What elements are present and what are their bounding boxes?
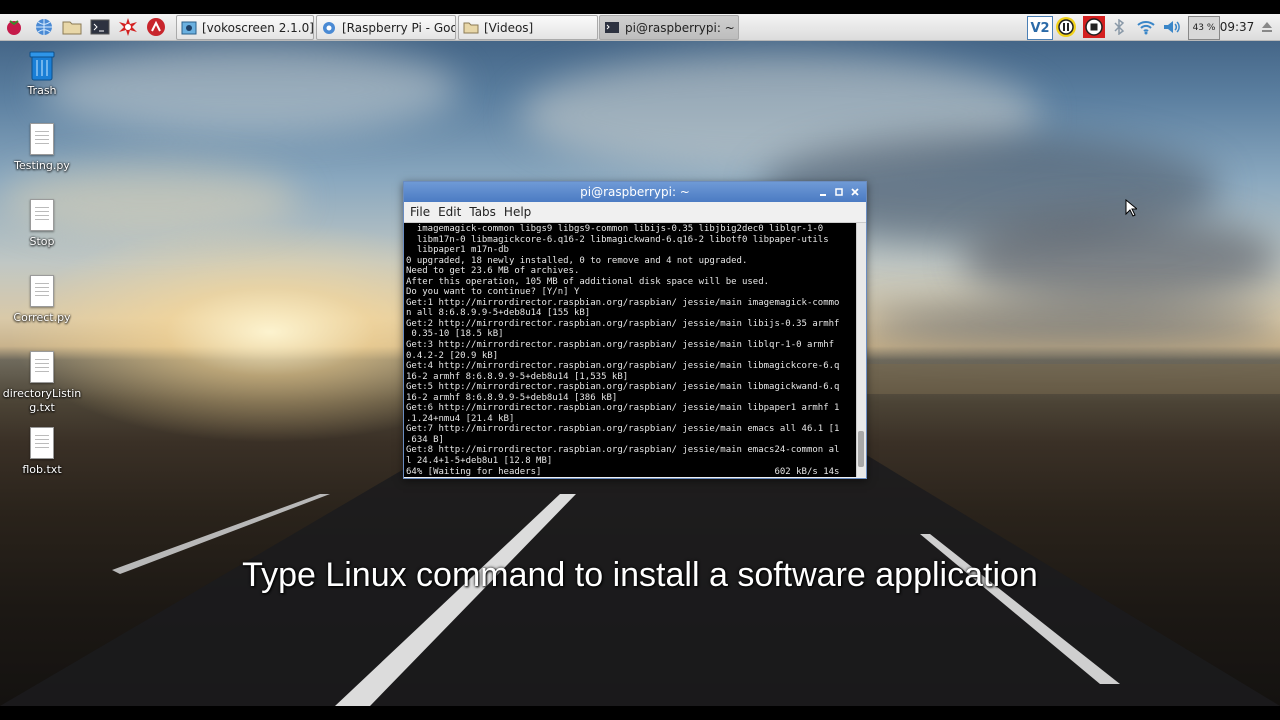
terminal-menubar: File Edit Tabs Help [404, 202, 866, 223]
task-terminal[interactable]: pi@raspberrypi: ~ [599, 15, 739, 40]
task-label: [Videos] [484, 20, 534, 35]
video-caption: Type Linux command to install a software… [242, 556, 1038, 594]
terminal-output[interactable]: imagemagick-common libgs9 libgs9-common … [404, 223, 856, 477]
terminal-scrollbar[interactable] [856, 223, 866, 477]
terminal-line: Do you want to continue? [Y/n] Y [406, 287, 580, 298]
terminal-line: n all 8:6.8.9.9-5+deb8u14 [155 kB] [406, 308, 591, 319]
clock-label: 09:37 [1219, 20, 1255, 34]
file-manager-icon[interactable] [61, 16, 83, 38]
terminal-icon [603, 20, 621, 36]
desktop-icon-testing-py[interactable]: Testing.py [2, 123, 82, 173]
terminal-line: Get:7 http://mirrordirector.raspbian.org… [406, 424, 840, 435]
terminal-line: 16-2 armhf 8:6.8.9.9-5+deb8u14 [1,535 kB… [406, 371, 629, 382]
task-vokoscreen[interactable]: [vokoscreen 2.1.0] [176, 15, 314, 40]
task-label: pi@raspberrypi: ~ [625, 20, 735, 35]
web-browser-icon[interactable] [33, 16, 55, 38]
terminal-line: Need to get 23.6 MB of archives. [406, 266, 580, 277]
taskbar: [vokoscreen 2.1.0] [Raspberry Pi - Googl… [0, 14, 1280, 41]
terminal-line: 64% [Waiting for headers] 602 kB/s 14s [406, 466, 840, 477]
vnc-icon[interactable]: V2 [1027, 16, 1053, 40]
folder-icon [462, 20, 480, 36]
terminal-line: 0 upgraded, 18 newly installed, 0 to rem… [406, 255, 748, 266]
file-icon [30, 351, 54, 383]
stop-record-icon[interactable] [1082, 16, 1106, 38]
file-icon [30, 427, 54, 459]
task-chromium[interactable]: [Raspberry Pi - Googl... [316, 15, 456, 40]
desktop-icon-trash[interactable]: Trash [2, 48, 82, 98]
menu-file[interactable]: File [410, 205, 430, 219]
bluetooth-icon[interactable] [1110, 16, 1128, 38]
terminal-icon[interactable] [89, 16, 111, 38]
volume-icon[interactable] [1160, 16, 1184, 38]
trash-icon [29, 51, 55, 81]
terminal-line: Get:6 http://mirrordirector.raspbian.org… [406, 403, 840, 414]
terminal-line: Get:8 http://mirrordirector.raspbian.org… [406, 445, 840, 456]
terminal-line: Get:2 http://mirrordirector.raspbian.org… [406, 318, 840, 329]
terminal-line: Get:5 http://mirrordirector.raspbian.org… [406, 382, 840, 393]
desktop-icon-label: Correct.py [13, 311, 71, 324]
terminal-window[interactable]: pi@raspberrypi: ~ File Edit Tabs Help im… [403, 181, 867, 479]
terminal-line: imagemagick-common libgs9 libgs9-common … [416, 224, 824, 234]
task-videos[interactable]: [Videos] [458, 15, 598, 40]
file-icon [30, 275, 54, 307]
desktop-icon-label: Testing.py [14, 159, 70, 172]
pause-record-icon[interactable] [1054, 16, 1078, 38]
terminal-line: Get:3 http://mirrordirector.raspbian.org… [406, 340, 835, 351]
maximize-icon[interactable] [832, 185, 846, 199]
vokoscreen-icon [180, 20, 198, 36]
desktop-icon-label: directoryListing.txt [2, 387, 82, 414]
menu-tabs[interactable]: Tabs [469, 205, 496, 219]
terminal-line: 16-2 armhf 8:6.8.9.9-5+deb8u14 [386 kB] [406, 392, 618, 403]
eject-icon[interactable] [1258, 16, 1276, 38]
desktop-icon-label: Stop [29, 235, 55, 248]
terminal-line: After this operation, 105 MB of addition… [406, 276, 770, 287]
terminal-line: l 24.4+1-5+deb8u1 [12.8 MB] [406, 456, 553, 467]
file-icon [30, 199, 54, 231]
menu-edit[interactable]: Edit [438, 205, 461, 219]
mouse-cursor-icon [1125, 199, 1137, 217]
desktop-icon-stop[interactable]: Stop [2, 199, 82, 249]
terminal-line: Get:4 http://mirrordirector.raspbian.org… [406, 361, 840, 372]
desktop-icon-label: Trash [27, 84, 57, 97]
scrollbar-thumb[interactable] [858, 431, 864, 467]
desktop-icon-flob-txt[interactable]: flob.txt [2, 427, 82, 477]
terminal-line: 0.4.2-2 [20.9 kB] [406, 350, 499, 361]
math-app-icon[interactable] [145, 16, 167, 38]
file-icon [30, 123, 54, 155]
minimize-icon[interactable] [816, 185, 830, 199]
desktop-icon-directory-listing[interactable]: directoryListing.txt [2, 351, 82, 415]
chromium-icon [320, 20, 338, 36]
terminal-line: Get:1 http://mirrordirector.raspbian.org… [406, 297, 840, 308]
terminal-line: .634 B] [406, 434, 444, 445]
cpu-monitor[interactable]: 43 % [1188, 16, 1220, 40]
window-title: pi@raspberrypi: ~ [580, 185, 690, 199]
menu-help[interactable]: Help [504, 205, 531, 219]
desktop-icon-correct-py[interactable]: Correct.py [2, 275, 82, 325]
task-label: [vokoscreen 2.1.0] [202, 20, 314, 35]
desktop-icon-label: flob.txt [22, 463, 62, 476]
burst-app-icon[interactable] [117, 16, 139, 38]
terminal-line: 0.35-10 [18.5 kB] [411, 329, 504, 340]
terminal-line: .1.24+nmu4 [21.4 kB] [406, 413, 515, 424]
raspberry-menu-icon[interactable] [3, 16, 25, 38]
terminal-text: imagemagick-common libgs9 libgs9-common … [404, 223, 856, 477]
terminal-titlebar[interactable]: pi@raspberrypi: ~ [404, 182, 866, 202]
wifi-icon[interactable] [1134, 16, 1158, 38]
task-label: [Raspberry Pi - Googl... [342, 20, 455, 35]
clock[interactable]: 09:37 [1219, 16, 1255, 38]
cpu-label: 43 % [1192, 23, 1216, 33]
terminal-line: libm17n-0 libmagickcore-6.q16-2 libmagic… [416, 234, 829, 245]
vnc-label: V2 [1030, 20, 1050, 36]
terminal-line: libpaper1 m17n-db [416, 245, 509, 256]
close-icon[interactable] [848, 185, 862, 199]
